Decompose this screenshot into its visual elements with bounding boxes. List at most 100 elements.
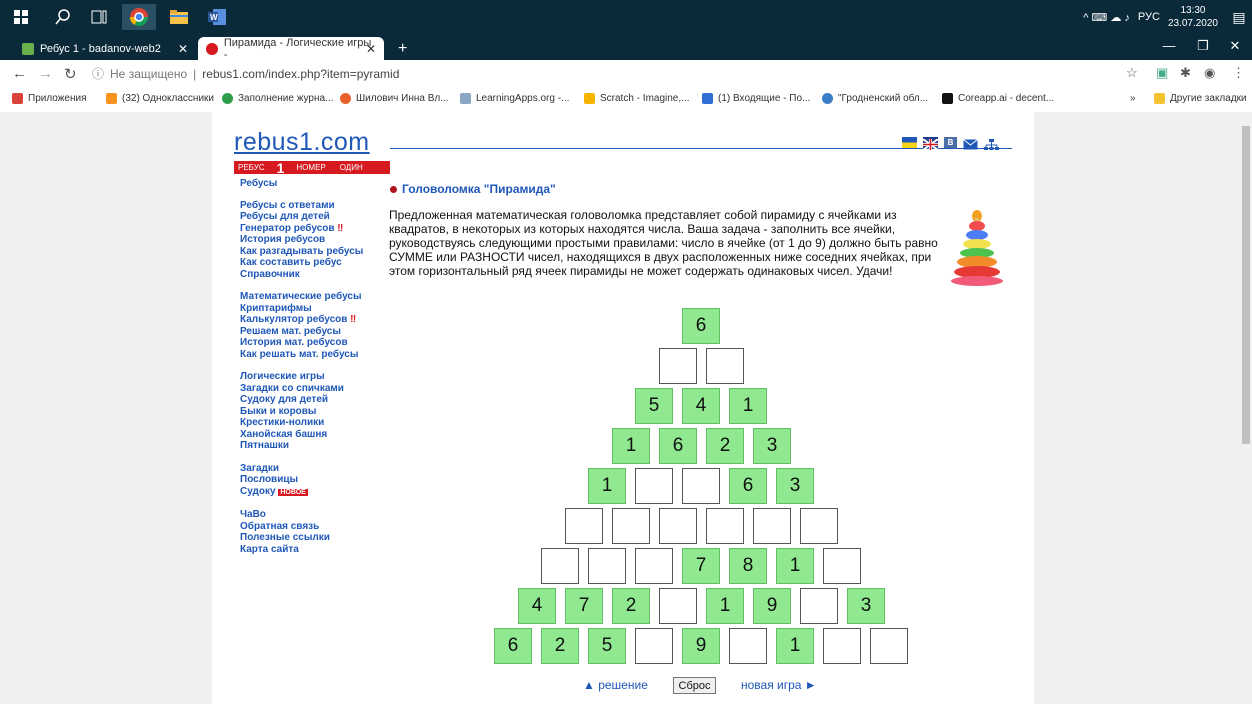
vk-icon[interactable]: B (944, 137, 957, 148)
menu-link[interactable]: Ребусы (240, 178, 363, 190)
reset-button[interactable]: Сброс (673, 677, 716, 694)
security-label[interactable]: Не защищено (110, 67, 187, 81)
site-logo[interactable]: rebus1.com РЕБУС 1 НОМЕР ОДИН (234, 128, 390, 176)
ukraine-flag-icon[interactable] (902, 137, 917, 148)
pyramid-cell-input[interactable] (541, 548, 579, 584)
menu-link[interactable]: Ребусы для детей (240, 211, 363, 223)
new-game-link[interactable]: новая игра ► (741, 678, 817, 692)
chrome-taskbar-icon[interactable] (122, 4, 156, 30)
menu-dots-icon[interactable]: ⋮ (1232, 65, 1245, 81)
bookmark-star-icon[interactable]: ☆ (1126, 65, 1138, 81)
minimize-button[interactable]: — (1152, 34, 1186, 60)
menu-link[interactable]: Математические ребусы (240, 291, 363, 303)
bookmark-grodno[interactable]: "Гродненский обл... (822, 93, 928, 104)
menu-link[interactable]: Крестики-нолики (240, 417, 363, 429)
bookmark-coreapp[interactable]: Coreapp.ai - decent... (942, 93, 1054, 104)
pyramid-cell-input[interactable] (588, 548, 626, 584)
menu-link[interactable]: Как решать мат. ребусы (240, 349, 363, 361)
pyramid-cell-input[interactable] (682, 468, 720, 504)
email-icon[interactable] (963, 137, 978, 150)
notifications-icon[interactable]: ▤ (1226, 9, 1252, 26)
menu-link[interactable]: Решаем мат. ребусы (240, 326, 363, 338)
bookmarks-more[interactable]: » (1130, 93, 1136, 104)
menu-link[interactable]: Криптарифмы (240, 303, 363, 315)
menu-link[interactable]: Логические игры (240, 371, 363, 383)
bookmark-odnoklassniki[interactable]: (32) Одноклассники (106, 93, 214, 104)
sitemap-icon[interactable] (984, 137, 999, 150)
restore-button[interactable]: ❐ (1186, 34, 1220, 60)
new-tab-button[interactable]: + (390, 37, 414, 60)
pyramid-cell-input[interactable] (635, 548, 673, 584)
file-explorer-icon[interactable] (164, 4, 194, 30)
menu-link[interactable]: Как составить ребус (240, 257, 363, 269)
tab-close-icon[interactable]: ✕ (366, 42, 376, 56)
tab-rebus1[interactable]: Ребус 1 - badanov-web2 ✕ (14, 37, 196, 60)
reload-icon[interactable]: ↻ (64, 65, 77, 83)
menu-link[interactable]: История ребусов (240, 234, 363, 246)
clock[interactable]: 13:30 23.07.2020 (1168, 4, 1218, 30)
vertical-scrollbar[interactable] (1240, 112, 1252, 704)
url-text[interactable]: rebus1.com/index.php?item=pyramid (202, 67, 399, 81)
tab-pyramid[interactable]: Пирамида - Логические игры - ✕ (198, 37, 384, 61)
search-icon[interactable] (50, 4, 76, 30)
forward-arrow-icon[interactable]: → (38, 65, 53, 82)
windows-start-icon[interactable] (10, 4, 32, 30)
menu-link[interactable]: Полезные ссылки (240, 532, 363, 544)
menu-link[interactable]: Загадки со спичками (240, 383, 363, 395)
pyramid-cell-input[interactable] (659, 508, 697, 544)
info-icon[interactable]: ⓘ (92, 65, 104, 82)
pyramid-cell-input[interactable] (659, 588, 697, 624)
menu-link[interactable]: Обратная связь (240, 521, 363, 533)
url-field[interactable]: ⓘ Не защищено | rebus1.com/index.php?ite… (92, 65, 399, 82)
menu-link-sudoku[interactable]: Судоку НОВОЕ (240, 486, 363, 499)
close-window-button[interactable]: ✕ (1218, 34, 1252, 60)
menu-link[interactable]: Как разгадывать ребусы (240, 246, 363, 258)
menu-link[interactable]: Быки и коровы (240, 406, 363, 418)
uk-flag-icon[interactable] (922, 137, 939, 151)
solution-link[interactable]: ▲ решение (583, 678, 648, 692)
menu-link[interactable]: Ханойская башня (240, 429, 363, 441)
menu-link[interactable]: История мат. ребусов (240, 337, 363, 349)
task-view-icon[interactable] (86, 4, 112, 30)
menu-link-calculator[interactable]: Калькулятор ребусов ‼ (240, 314, 363, 326)
bookmark-mail[interactable]: (1) Входящие - По... (702, 93, 810, 104)
menu-link[interactable]: Карта сайта (240, 544, 363, 556)
bookmark-journal[interactable]: Заполнение журна... (222, 93, 333, 104)
pyramid-cell-input[interactable] (635, 468, 673, 504)
back-arrow-icon[interactable]: ← (12, 65, 27, 82)
pyramid-cell-input[interactable] (612, 508, 650, 544)
system-tray-icons[interactable]: ^ ⌨ ☁ ♪ (1083, 11, 1130, 24)
scrollbar-thumb[interactable] (1242, 126, 1250, 444)
menu-link-generator[interactable]: Генератор ребусов ‼ (240, 223, 363, 235)
tab-close-icon[interactable]: ✕ (178, 42, 188, 56)
other-bookmarks[interactable]: Другие закладки (1154, 93, 1247, 104)
extensions-puzzle-icon[interactable]: ✱ (1180, 65, 1191, 81)
pyramid-cell-input[interactable] (729, 628, 767, 664)
menu-link[interactable]: Пословицы (240, 474, 363, 486)
pyramid-cell-input[interactable] (706, 348, 744, 384)
bookmark-learningapps[interactable]: LearningApps.org -... (460, 93, 569, 104)
pyramid-cell-input[interactable] (800, 588, 838, 624)
pyramid-cell-input[interactable] (565, 508, 603, 544)
menu-link[interactable]: Загадки (240, 463, 363, 475)
menu-link[interactable]: Ребусы с ответами (240, 200, 363, 212)
extension-badge-icon[interactable]: ▣ (1156, 65, 1168, 81)
pyramid-cell-input[interactable] (635, 628, 673, 664)
word-icon[interactable]: W (202, 4, 232, 30)
language-indicator[interactable]: РУС (1138, 11, 1160, 23)
pyramid-cell-input[interactable] (659, 348, 697, 384)
menu-link[interactable]: Справочник (240, 269, 363, 281)
pyramid-cell-input[interactable] (823, 628, 861, 664)
menu-link[interactable]: Судоку для детей (240, 394, 363, 406)
pyramid-cell-input[interactable] (753, 508, 791, 544)
profile-avatar-icon[interactable]: ◉ (1204, 65, 1215, 81)
bookmark-apps[interactable]: Приложения (12, 93, 87, 104)
menu-link[interactable]: Пятнашки (240, 440, 363, 452)
pyramid-cell-input[interactable] (823, 548, 861, 584)
pyramid-cell-input[interactable] (870, 628, 908, 664)
pyramid-cell-input[interactable] (800, 508, 838, 544)
bookmark-shilovich[interactable]: Шилович Инна Вл... (340, 93, 449, 104)
pyramid-cell-input[interactable] (706, 508, 744, 544)
menu-link[interactable]: ЧаВо (240, 509, 363, 521)
bookmark-scratch[interactable]: Scratch - Imagine,... (584, 93, 689, 104)
